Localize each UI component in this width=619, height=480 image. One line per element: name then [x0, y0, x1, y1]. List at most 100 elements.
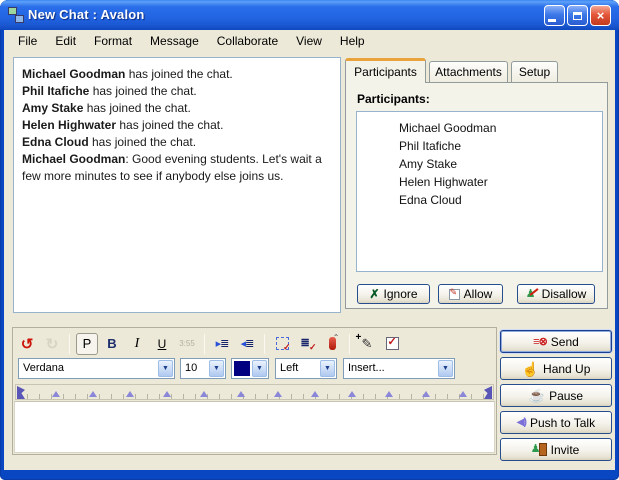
- bold-button[interactable]: B: [101, 333, 123, 355]
- invite-button[interactable]: ♟ Invite: [500, 438, 612, 461]
- sender-name: Michael Goodman: [22, 152, 125, 166]
- ignore-button[interactable]: ✗ Ignore: [357, 284, 430, 304]
- tab-setup[interactable]: Setup: [511, 61, 558, 82]
- alignment-dropdown-arrow[interactable]: ▼: [320, 360, 335, 377]
- bold-icon: B: [107, 336, 116, 351]
- menu-format[interactable]: Format: [85, 31, 141, 51]
- insert-select[interactable]: Insert... ▼: [343, 358, 455, 379]
- font-family-dropdown-arrow[interactable]: ▼: [158, 360, 173, 377]
- font-family-select[interactable]: Verdana ▼: [18, 358, 175, 379]
- marker-icon: ⌃: [329, 337, 336, 350]
- message-text: has joined the chat.: [125, 67, 232, 81]
- chat-app-icon: [8, 7, 25, 24]
- toolbar-separator: [349, 334, 350, 354]
- chat-transcript[interactable]: Michael Goodman has joined the chat. Phi…: [13, 57, 341, 313]
- chat-message: Amy Stake has joined the chat.: [22, 100, 332, 117]
- timestamp-toggle-button[interactable]: 3:55: [176, 333, 198, 355]
- allow-button[interactable]: ✎ Allow: [438, 284, 503, 304]
- ruler-tab-stop[interactable]: [163, 391, 171, 397]
- close-icon: ×: [597, 8, 605, 23]
- push-to-talk-button[interactable]: ◀) Push to Talk: [500, 411, 612, 434]
- outdent-button[interactable]: ◂≣: [236, 333, 258, 355]
- insert-dropdown-arrow[interactable]: ▼: [438, 360, 453, 377]
- add-annotation-button[interactable]: +✎: [356, 333, 378, 355]
- menu-collaborate[interactable]: Collaborate: [208, 31, 287, 51]
- participant-row[interactable]: Amy Stake: [357, 155, 602, 173]
- font-size-value: 10: [185, 362, 197, 374]
- menu-view[interactable]: View: [287, 31, 331, 51]
- ruler-tab-stop[interactable]: [126, 391, 134, 397]
- ruler-tab-stop[interactable]: [237, 391, 245, 397]
- select-all-messages-button[interactable]: ≣✓: [296, 333, 318, 355]
- ruler-tab-stop[interactable]: [200, 391, 208, 397]
- message-text: has joined the chat.: [116, 118, 223, 132]
- participants-list[interactable]: Michael Goodman Phil Itafiche Amy Stake …: [356, 111, 603, 272]
- pause-button[interactable]: ☕ Pause: [500, 384, 612, 407]
- hand-up-button[interactable]: ☝ Hand Up: [500, 357, 612, 380]
- chat-message: Michael Goodman has joined the chat.: [22, 66, 332, 83]
- ruler-tab-stop[interactable]: [422, 391, 430, 397]
- plain-style-button[interactable]: P: [76, 333, 98, 355]
- font-size-dropdown-arrow[interactable]: ▼: [209, 360, 224, 377]
- font-size-select[interactable]: 10 ▼: [180, 358, 226, 379]
- indent-lines: ≣: [220, 338, 228, 350]
- menu-help[interactable]: Help: [331, 31, 374, 51]
- ruler-tab-stop[interactable]: [385, 391, 393, 397]
- message-text: has joined the chat.: [89, 135, 196, 149]
- maximize-button[interactable]: [567, 5, 588, 26]
- menu-message[interactable]: Message: [141, 31, 208, 51]
- ruler-tab-stop[interactable]: [459, 391, 467, 397]
- italic-button[interactable]: I: [126, 333, 148, 355]
- menu-edit[interactable]: Edit: [46, 31, 85, 51]
- invite-label: Invite: [551, 443, 580, 457]
- disallow-label: Disallow: [542, 287, 587, 301]
- close-button[interactable]: ×: [590, 5, 611, 26]
- participant-row[interactable]: Phil Itafiche: [357, 137, 602, 155]
- add-annotation-icon: +✎: [362, 336, 373, 352]
- plain-style-icon: P: [83, 336, 92, 351]
- chat-message: Michael Goodman: Good evening students. …: [22, 151, 332, 185]
- font-color-dropdown-arrow[interactable]: ▼: [252, 360, 267, 377]
- maximize-icon: [573, 12, 582, 20]
- confirm-checkbox-button[interactable]: ✓: [381, 333, 403, 355]
- participant-row[interactable]: Michael Goodman: [357, 119, 602, 137]
- participant-row[interactable]: Edna Cloud: [357, 191, 602, 209]
- tab-participants[interactable]: Participants: [345, 58, 426, 83]
- outdent-lines: ≣: [245, 338, 253, 350]
- indent-button[interactable]: ▸≣: [211, 333, 233, 355]
- ruler-tab-stop[interactable]: [52, 391, 60, 397]
- outdent-icon: ◂≣: [241, 337, 254, 350]
- undo-button[interactable]: ↺: [16, 333, 38, 355]
- sender-name: Phil Itafiche: [22, 84, 89, 98]
- send-button[interactable]: ≡⊗ Send: [500, 330, 612, 353]
- confirm-checkbox-icon: ✓: [386, 337, 399, 350]
- ruler-tab-stop[interactable]: [348, 391, 356, 397]
- font-color-select[interactable]: ▼: [231, 358, 269, 379]
- invite-person-glyph: ♟: [531, 443, 541, 456]
- ruler-tab-stop[interactable]: [311, 391, 319, 397]
- redo-button[interactable]: ↻: [41, 333, 63, 355]
- title-bar[interactable]: New Chat : Avalon ×: [0, 0, 619, 30]
- message-input[interactable]: [14, 401, 495, 453]
- select-messages-button[interactable]: ✓: [271, 333, 293, 355]
- push-to-talk-label: Push to Talk: [530, 416, 595, 430]
- ruler-left-indent-marker[interactable]: [17, 386, 25, 399]
- ruler[interactable]: [15, 384, 494, 400]
- clear-marker-button[interactable]: ⌃: [321, 333, 343, 355]
- participant-row[interactable]: Helen Highwater: [357, 173, 602, 191]
- alignment-value: Left: [280, 362, 298, 374]
- ruler-tab-stop[interactable]: [89, 391, 97, 397]
- ignore-label: Ignore: [384, 287, 418, 301]
- underline-button[interactable]: U: [151, 333, 173, 355]
- disallow-icon: ♟: [526, 288, 538, 301]
- ruler-right-indent-marker[interactable]: [484, 386, 492, 399]
- ruler-tab-stop[interactable]: [274, 391, 282, 397]
- tab-attachments[interactable]: Attachments: [429, 61, 508, 82]
- alignment-select[interactable]: Left ▼: [275, 358, 337, 379]
- minimize-button[interactable]: [544, 5, 565, 26]
- disallow-button[interactable]: ♟ Disallow: [517, 284, 595, 304]
- menu-file[interactable]: File: [9, 31, 46, 51]
- app-icon-figure-2: [15, 15, 24, 23]
- send-label: Send: [551, 335, 579, 349]
- hand-icon: ☝: [522, 362, 539, 376]
